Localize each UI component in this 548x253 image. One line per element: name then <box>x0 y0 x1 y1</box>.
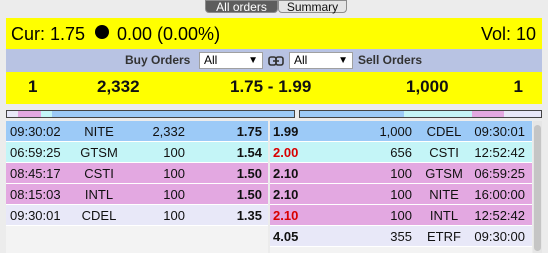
market-maker: CDEL <box>81 208 117 223</box>
view-tabs: All orders Summary <box>0 0 548 14</box>
table-row[interactable]: 2.10 100 GTSM 06:59:25 <box>270 163 532 184</box>
order-size: 100 <box>163 208 185 223</box>
table-row[interactable]: 2.10 100 NITE 16:00:00 <box>270 184 532 205</box>
depth-segment-pink <box>472 111 504 117</box>
depth-segment-cyan <box>41 111 52 117</box>
order-time: 12:52:42 <box>474 145 525 160</box>
scrollbar-thumb[interactable] <box>534 125 541 251</box>
market-maker: INTL <box>84 187 114 202</box>
order-price: 4.05 <box>273 229 299 244</box>
tab-all-orders[interactable]: All orders <box>205 0 278 14</box>
bid-ask-range: 1.75 - 1.99 <box>230 77 312 96</box>
market-maker: NITE <box>429 187 459 202</box>
order-size: 100 <box>390 166 412 181</box>
quote-header: Cur: 1.75 0.00 (0.00%) Vol: 10 <box>6 18 542 49</box>
order-size: 2,332 <box>152 124 185 139</box>
table-row[interactable]: 08:45:17 CSTI 100 1.50 <box>6 163 268 184</box>
buy-orders-filter-select[interactable]: All ▼ <box>199 52 263 69</box>
order-price: 1.99 <box>273 124 299 139</box>
order-time: 12:52:42 <box>474 208 525 223</box>
depth-segment-cyan <box>404 111 472 117</box>
order-time: 09:30:00 <box>474 229 525 244</box>
chevron-down-icon: ▼ <box>338 55 348 66</box>
market-maker: GTSM <box>425 166 463 181</box>
order-price: 1.50 <box>236 187 262 202</box>
order-size: 100 <box>163 187 185 202</box>
market-maker: NITE <box>84 124 114 139</box>
order-size: 100 <box>390 187 412 202</box>
buy-orders-table: 09:30:02 NITE 2,332 1.75 06:59:25 GTSM 1… <box>6 121 268 253</box>
order-price: 2.10 <box>273 208 299 223</box>
order-price: 2.10 <box>273 166 299 181</box>
market-maker: CDEL <box>426 124 462 139</box>
volume: Vol: 10 <box>480 24 536 44</box>
sell-orders-filter-value: All <box>294 53 308 67</box>
chevron-down-icon: ▼ <box>248 55 258 66</box>
order-price: 2.10 <box>273 187 299 202</box>
market-maker: CSTI <box>429 145 459 160</box>
depth-segment-blue <box>300 111 404 117</box>
order-size: 100 <box>163 145 185 160</box>
table-row[interactable]: 2.00 656 CSTI 12:52:42 <box>270 142 532 163</box>
order-price: 2.00 <box>273 145 299 160</box>
market-maker: CSTI <box>84 166 114 181</box>
buy-orders-filter-value: All <box>204 53 218 67</box>
order-time: 08:45:17 <box>10 166 61 181</box>
order-price: 1.54 <box>236 145 262 160</box>
order-size: 100 <box>163 166 185 181</box>
status-dot-icon <box>95 25 109 39</box>
current-price: Cur: 1.75 <box>11 24 86 44</box>
buy-order-count: 1 <box>28 77 38 96</box>
order-price: 1.50 <box>236 166 262 181</box>
table-row[interactable]: 2.10 100 INTL 12:52:42 <box>270 205 532 226</box>
order-time: 06:59:25 <box>474 166 525 181</box>
table-row[interactable]: 1.99 1,000 CDEL 09:30:01 <box>270 121 532 142</box>
sell-total-size: 1,000 <box>406 77 449 96</box>
market-maker: INTL <box>429 208 459 223</box>
sell-orders-filter-select[interactable]: All ▼ <box>289 52 353 69</box>
table-row[interactable]: 09:30:01 CDEL 100 1.35 <box>6 205 268 226</box>
depth-segment-lavender <box>7 111 18 117</box>
order-time: 08:15:03 <box>10 187 61 202</box>
depth-segment-lavender <box>504 111 541 117</box>
order-size: 100 <box>390 208 412 223</box>
buy-depth-bar <box>6 110 295 118</box>
order-time: 16:00:00 <box>474 187 525 202</box>
market-maker: GTSM <box>80 145 118 160</box>
table-row[interactable]: 08:15:03 INTL 100 1.50 <box>6 184 268 205</box>
order-size: 355 <box>390 229 412 244</box>
buy-orders-label: Buy Orders <box>125 53 191 67</box>
market-maker: ETRF <box>427 229 461 244</box>
sell-order-count: 1 <box>513 77 523 96</box>
sell-orders-table: 1.99 1,000 CDEL 09:30:01 2.00 656 CSTI 1… <box>270 121 532 253</box>
depth-segment-pink <box>18 111 41 117</box>
summary-row: 1 2,332 1.75 - 1.99 1,000 1 <box>6 72 542 104</box>
order-time: 06:59:25 <box>10 145 61 160</box>
price-change: 0.00 (0.00%) <box>117 24 221 44</box>
order-size: 656 <box>390 145 412 160</box>
sell-orders-label: Sell Orders <box>358 53 423 67</box>
order-time: 09:30:02 <box>10 124 61 139</box>
table-row[interactable]: 09:30:02 NITE 2,332 1.75 <box>6 121 268 142</box>
order-price: 1.35 <box>236 208 262 223</box>
order-time: 09:30:01 <box>474 124 525 139</box>
depth-segment-blue <box>52 111 294 117</box>
tab-summary[interactable]: Summary <box>278 0 347 14</box>
order-price: 1.75 <box>236 124 262 139</box>
sell-depth-bar <box>299 110 542 118</box>
table-row[interactable]: 4.05 355 ETRF 09:30:00 <box>270 226 532 247</box>
buy-total-size: 2,332 <box>97 77 140 96</box>
table-row[interactable]: 06:59:25 GTSM 100 1.54 <box>6 142 268 163</box>
filter-bar: Buy Orders All ▼ All ▼ Sell Orders <box>6 49 542 72</box>
sell-orders-scrollbar[interactable] <box>533 121 542 253</box>
order-size: 1,000 <box>379 124 412 139</box>
link-icon[interactable] <box>268 54 284 68</box>
order-book-window: All orders Summary Cur: 1.75 0.00 (0.00%… <box>0 0 548 253</box>
order-time: 09:30:01 <box>10 208 61 223</box>
